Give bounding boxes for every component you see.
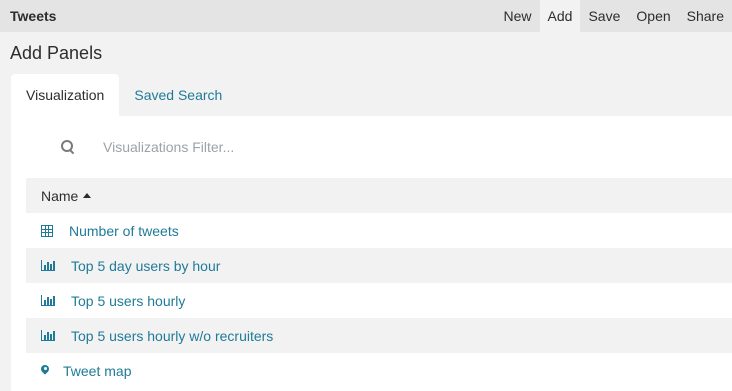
list-item[interactable]: Tweet map: [26, 353, 732, 388]
list-item-label: Top 5 users hourly w/o recruiters: [71, 327, 274, 344]
menu-open-button[interactable]: Open: [628, 0, 678, 32]
menu-share-button[interactable]: Share: [679, 0, 732, 32]
name-column-header[interactable]: Name: [26, 178, 732, 213]
tab-saved-search[interactable]: Saved Search: [119, 74, 237, 116]
panel-title: Add Panels: [10, 43, 103, 63]
dashboard-title: Tweets: [10, 8, 57, 24]
visualization-list: Name Number of tweets Top 5 day users by…: [26, 178, 732, 388]
menu-new-button[interactable]: New: [496, 0, 540, 32]
search-icon: [61, 140, 75, 155]
table-icon: [41, 224, 53, 237]
list-item-label: Number of tweets: [69, 222, 179, 239]
list-item[interactable]: Top 5 users hourly: [26, 283, 732, 318]
name-column-label: Name: [41, 187, 79, 204]
list-item-label: Tweet map: [63, 362, 132, 379]
tab-bar: Visualization Saved Search: [0, 74, 732, 116]
top-menu: New Add Save Open Share: [496, 0, 732, 32]
menu-add-button[interactable]: Add: [539, 0, 581, 32]
list-item[interactable]: Number of tweets: [26, 213, 732, 248]
search-bar: [11, 116, 732, 178]
bar-chart-icon: [41, 330, 55, 341]
bar-chart-icon: [41, 295, 55, 306]
sort-ascending-icon: [83, 193, 92, 198]
top-nav-bar: Tweets New Add Save Open Share: [0, 0, 732, 32]
menu-save-button[interactable]: Save: [580, 0, 628, 32]
tab-visualization[interactable]: Visualization: [11, 74, 120, 116]
visualizations-filter-input[interactable]: [101, 138, 505, 156]
tab-content: Name Number of tweets Top 5 day users by…: [11, 116, 732, 391]
list-item[interactable]: Top 5 users hourly w/o recruiters: [26, 318, 732, 353]
map-marker-icon: [39, 362, 51, 377]
bar-chart-icon: [41, 260, 55, 271]
list-item[interactable]: Top 5 day users by hour: [26, 248, 732, 283]
list-item-label: Top 5 users hourly: [71, 292, 186, 309]
list-item-label: Top 5 day users by hour: [71, 257, 221, 274]
